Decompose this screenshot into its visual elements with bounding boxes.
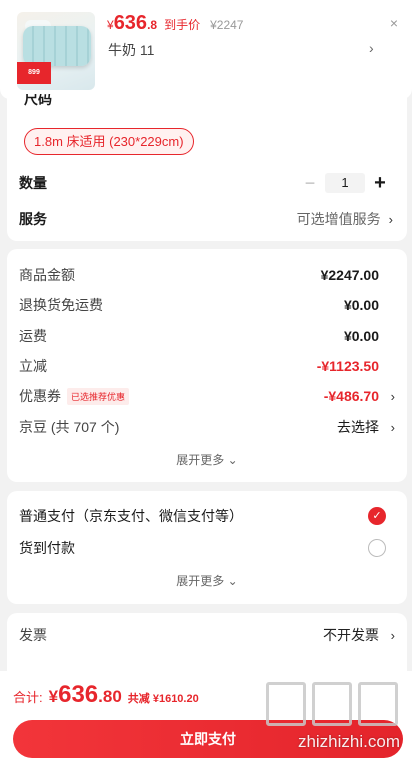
payment-option-label: 普通支付（京东支付、微信支付等） bbox=[19, 508, 243, 524]
amount-value: ¥0.00 bbox=[343, 328, 379, 344]
amount-value: ¥2247.00 bbox=[320, 267, 379, 283]
watermark-url: zhizhizhi.com bbox=[297, 732, 400, 751]
expand-more-link[interactable]: 展开更多 ⌄ bbox=[7, 451, 407, 468]
invoice-value: 不开发票 bbox=[323, 627, 379, 643]
spec-card: 尺码 1.8m 床适用 (230*229cm) 数量 − 1 + 服务 可选增值… bbox=[7, 90, 407, 241]
payment-option-cod[interactable]: 货到付款 bbox=[19, 537, 395, 559]
chevron-right-icon: › bbox=[390, 419, 395, 435]
price-integer: 636 bbox=[113, 12, 148, 34]
product-thumbnail[interactable]: 899 bbox=[17, 12, 95, 90]
total-savings: 共减 ¥1610.20 bbox=[127, 693, 199, 705]
quilt-shape bbox=[23, 26, 91, 66]
chevron-right-icon: › bbox=[390, 388, 395, 404]
total-label: 合计: bbox=[13, 690, 43, 705]
amount-row-shipping: 运费 ¥0.00 bbox=[19, 325, 395, 347]
watermark-logo bbox=[266, 682, 402, 728]
check-icon[interactable]: ✓ bbox=[368, 507, 386, 525]
chevron-right-icon: › bbox=[388, 211, 393, 227]
size-section-label: 尺码 bbox=[24, 94, 52, 106]
service-label: 服务 bbox=[19, 211, 47, 227]
radio-empty-icon[interactable] bbox=[368, 539, 386, 557]
service-selector[interactable]: 可选增值服务 › bbox=[297, 208, 393, 230]
total-decimal: .80 bbox=[98, 687, 122, 706]
payment-option-normal[interactable]: 普通支付（京东支付、微信支付等） ✓ bbox=[19, 505, 395, 527]
price-row: ¥ 636 .8 到手价 ¥2247 bbox=[107, 12, 243, 34]
invoice-row[interactable]: 发票 不开发票 › bbox=[19, 624, 395, 646]
payment-option-label: 货到付款 bbox=[19, 540, 75, 556]
quantity-row: 数量 − 1 + bbox=[19, 172, 395, 194]
amount-label: 运费 bbox=[19, 328, 47, 344]
chevron-right-icon: › bbox=[390, 627, 395, 643]
amount-label: 商品金额 bbox=[19, 267, 75, 283]
payment-card: 普通支付（京东支付、微信支付等） ✓ 货到付款 展开更多 ⌄ bbox=[7, 491, 407, 604]
amount-value: 去选择 bbox=[337, 419, 379, 435]
total-row: 合计: ¥ 636 .80 共减 ¥1610.20 bbox=[13, 681, 199, 709]
amount-row-goods: 商品金额 ¥2247.00 bbox=[19, 264, 395, 286]
plus-button[interactable]: + bbox=[371, 172, 389, 195]
total-integer: 636 bbox=[58, 681, 99, 708]
amount-label: 立减 bbox=[19, 358, 47, 374]
amount-label: 退换货免运费 bbox=[19, 297, 103, 313]
close-icon[interactable]: × bbox=[386, 15, 402, 31]
amount-row-discount: 立减 -¥1123.50 bbox=[19, 355, 395, 377]
amount-value: -¥1123.50 bbox=[316, 358, 379, 374]
quantity-stepper: − 1 + bbox=[301, 172, 389, 194]
minus-button[interactable]: − bbox=[301, 173, 319, 194]
amount-value: -¥486.70 bbox=[323, 388, 379, 404]
total-currency: ¥ bbox=[48, 687, 59, 706]
amount-row-return-shipping: 退换货免运费 ¥0.00 bbox=[19, 294, 395, 316]
service-row[interactable]: 服务 可选增值服务 › bbox=[19, 208, 395, 230]
price-currency: ¥ bbox=[107, 18, 114, 32]
invoice-label: 发票 bbox=[19, 627, 47, 643]
original-price: ¥2247 bbox=[210, 18, 244, 32]
coupon-badge: 已选推荐优惠 bbox=[67, 387, 130, 405]
product-header: 899 ¥ 636 .8 到手价 ¥2247 牛奶 11 › × bbox=[0, 0, 412, 99]
chevron-right-icon[interactable]: › bbox=[369, 40, 374, 56]
thumb-price-tag: 899 bbox=[17, 62, 51, 84]
amount-value: ¥0.00 bbox=[343, 297, 379, 313]
quantity-label: 数量 bbox=[19, 175, 47, 191]
amount-card: 商品金额 ¥2247.00 退换货免运费 ¥0.00 运费 ¥0.00 立减 -… bbox=[7, 249, 407, 482]
cut-off-row bbox=[19, 657, 395, 669]
price-label: 到手价 bbox=[164, 18, 201, 32]
amount-row-jingdou[interactable]: 京豆 (共 707 个) 去选择 › bbox=[19, 416, 395, 438]
quantity-input[interactable]: 1 bbox=[325, 173, 365, 193]
amount-label: 优惠券 bbox=[19, 388, 61, 404]
invoice-card: 发票 不开发票 › bbox=[7, 613, 407, 673]
service-value: 可选增值服务 bbox=[296, 211, 381, 227]
amount-row-coupon[interactable]: 优惠券 已选推荐优惠 -¥486.70 › bbox=[19, 385, 395, 407]
size-option-chip[interactable]: 1.8m 床适用 (230*229cm) bbox=[24, 128, 194, 155]
expand-more-link[interactable]: 展开更多 ⌄ bbox=[7, 572, 407, 589]
price-decimal: .8 bbox=[147, 18, 158, 32]
variant-text[interactable]: 牛奶 11 bbox=[108, 40, 154, 60]
amount-label: 京豆 (共 707 个) bbox=[19, 419, 120, 435]
